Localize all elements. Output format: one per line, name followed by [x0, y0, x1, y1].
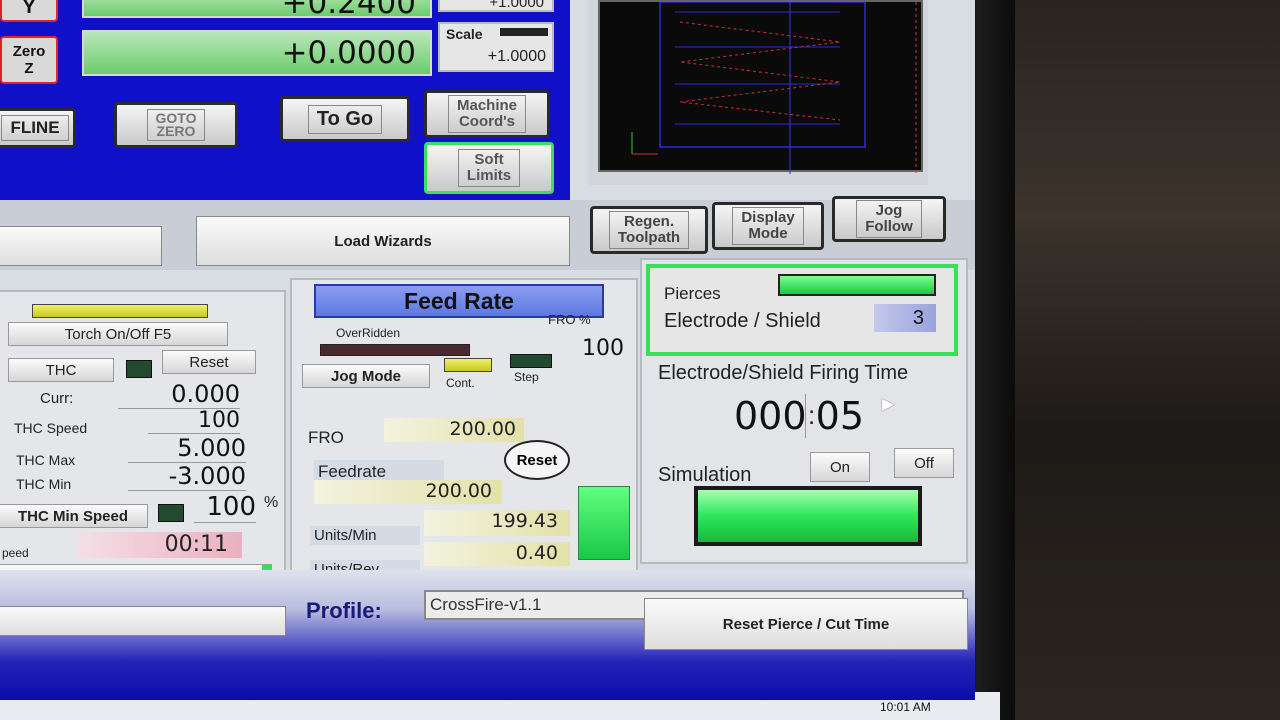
- firing-hours: 000: [734, 394, 807, 438]
- step-led: [510, 354, 552, 368]
- pierce-panel: Pierces Electrode / Shield 3 Electrode/S…: [640, 258, 968, 564]
- simulation-off-button[interactable]: Off: [894, 448, 954, 478]
- offline-button[interactable]: FLINE: [0, 108, 76, 148]
- feed-rate-panel: Feed Rate OverRidden FRO % 100 Jog Mode …: [290, 278, 638, 579]
- scale-label: Scale: [446, 26, 483, 42]
- mach3-screen: Y Zero Z +0.2400 +0.0000 +1.0000 Scale +…: [0, 0, 975, 700]
- fro-value[interactable]: 200.00: [384, 418, 524, 442]
- cont-led: [444, 358, 492, 372]
- timer-display: 00:11: [78, 532, 242, 558]
- soft-limits-button[interactable]: Soft Limits: [424, 142, 554, 194]
- load-wizards-button[interactable]: Load Wizards: [196, 216, 570, 266]
- y-scale-box: +1.0000: [438, 0, 554, 12]
- thc-min-label: THC Min: [16, 476, 72, 492]
- simulation-label: Simulation: [658, 464, 752, 486]
- percent-label: %: [264, 494, 279, 511]
- thc-speed-value: 100: [148, 408, 240, 434]
- regen-toolpath-button[interactable]: Regen. Toolpath: [590, 206, 708, 254]
- zero-y-button[interactable]: Y: [0, 0, 58, 22]
- electrode-count: 3: [874, 304, 936, 332]
- background-room: [1000, 0, 1280, 720]
- fro-percent-label: FRO %: [548, 312, 591, 327]
- zero-z-button[interactable]: Zero Z: [0, 36, 58, 84]
- overridden-label: OverRidden: [336, 326, 401, 340]
- goto-zero-button[interactable]: GOTO ZERO: [114, 102, 238, 148]
- display-mode-button[interactable]: Display Mode: [712, 202, 824, 250]
- thc-toggle-button[interactable]: THC: [8, 358, 114, 382]
- taskbar-clock: 10:01 AM: [880, 700, 931, 714]
- step-label: Step: [514, 370, 539, 384]
- spindle-led: [578, 486, 630, 560]
- toolpath-display[interactable]: [588, 0, 928, 185]
- cont-label: Cont.: [446, 376, 475, 390]
- pierces-led: [778, 274, 936, 296]
- thc-reset-button[interactable]: Reset: [162, 350, 256, 374]
- torch-toggle-button[interactable]: Torch On/Off F5: [8, 322, 228, 346]
- fro-percent-value: 100: [582, 336, 624, 361]
- thc-min-value: -3.000: [128, 462, 246, 491]
- to-go-button[interactable]: To Go: [280, 96, 410, 142]
- simulation-led: [694, 486, 922, 546]
- torch-led: [32, 304, 208, 318]
- units-rev-value: 0.40: [424, 542, 570, 566]
- pierces-box: Pierces Electrode / Shield 3: [646, 264, 958, 356]
- units-min-value: 199.43: [424, 510, 570, 536]
- scale-led: [500, 28, 548, 36]
- pierces-label: Pierces: [664, 284, 721, 303]
- thc-led: [126, 360, 152, 378]
- thc-panel: Torch On/Off F5 THC Reset Curr: 0.000 TH…: [0, 290, 286, 588]
- rapid-moves: [679, 21, 841, 121]
- profile-label: Profile:: [306, 598, 382, 623]
- left-blank-button[interactable]: [0, 226, 162, 266]
- toolpath-canvas[interactable]: [598, 0, 923, 174]
- bottom-blank-button[interactable]: [0, 606, 286, 636]
- jog-mode-button[interactable]: Jog Mode: [302, 364, 430, 388]
- units-min-label: Units/Min: [310, 526, 420, 545]
- thc-min-speed-led: [158, 504, 184, 522]
- thc-max-value: 5.000: [128, 434, 246, 463]
- machine-coords-button[interactable]: Machine Coord's: [424, 90, 550, 138]
- overridden-led: [320, 344, 470, 356]
- z-scale-box: Scale +1.0000: [438, 22, 554, 72]
- speed-partial-label: peed: [2, 546, 29, 560]
- firing-time-label: Electrode/Shield Firing Time: [658, 362, 909, 384]
- fro-label: FRO: [308, 428, 344, 447]
- thc-max-label: THC Max: [16, 452, 76, 468]
- thc-min-speed-value: 100: [194, 492, 256, 523]
- jog-follow-button[interactable]: Jog Follow: [832, 196, 946, 242]
- electrode-shield-label: Electrode / Shield: [664, 310, 821, 332]
- dro-panel: Y Zero Z +0.2400 +0.0000 +1.0000 Scale +…: [0, 0, 570, 200]
- firing-minutes: 05: [815, 394, 864, 438]
- toolpath-outline: [659, 1, 866, 148]
- curr-label: Curr:: [40, 390, 74, 407]
- toolpath-drawing: [631, 1, 917, 174]
- scale-value: +1.0000: [487, 48, 546, 65]
- y-axis-dro[interactable]: +0.2400: [82, 0, 432, 19]
- thc-min-speed-button[interactable]: THC Min Speed: [0, 504, 148, 528]
- z-axis-dro[interactable]: +0.0000: [82, 30, 432, 76]
- feedrate-value: 200.00: [314, 480, 502, 504]
- simulation-on-button[interactable]: On: [810, 452, 870, 482]
- reset-pierce-cut-time-button[interactable]: Reset Pierce / Cut Time: [644, 598, 968, 650]
- thc-speed-label: THC Speed: [14, 420, 88, 436]
- curr-value: 0.000: [118, 380, 240, 409]
- fro-reset-button[interactable]: Reset: [504, 440, 570, 480]
- mouse-cursor-icon: ▶: [882, 396, 895, 413]
